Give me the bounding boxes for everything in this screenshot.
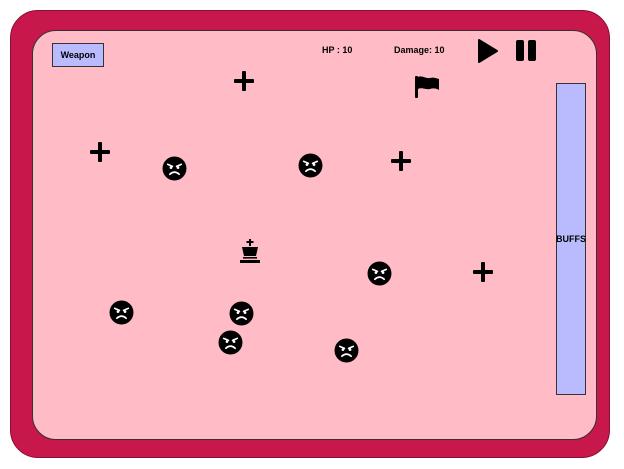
angry-face-icon [229,301,254,326]
plus-icon [90,142,110,162]
angry-face-icon [298,153,323,178]
angry-face-icon [218,330,243,355]
weapon-button[interactable]: Weapon [52,43,104,67]
plus-icon [473,262,493,282]
buffs-label: BUFFS [556,234,586,244]
flag-icon [415,76,439,98]
plus-icon [391,151,411,171]
angry-face-icon [334,338,359,363]
pause-icon[interactable] [515,39,538,62]
chess-king-icon [240,239,260,263]
buffs-panel[interactable]: BUFFS [556,83,586,395]
play-icon[interactable] [476,38,500,64]
damage-stat: Damage: 10 [394,45,445,55]
plus-icon [234,71,254,91]
angry-face-icon [109,300,134,325]
game-field [32,30,597,440]
hp-stat: HP : 10 [322,45,353,55]
angry-face-icon [367,261,392,286]
angry-face-icon [162,156,187,181]
